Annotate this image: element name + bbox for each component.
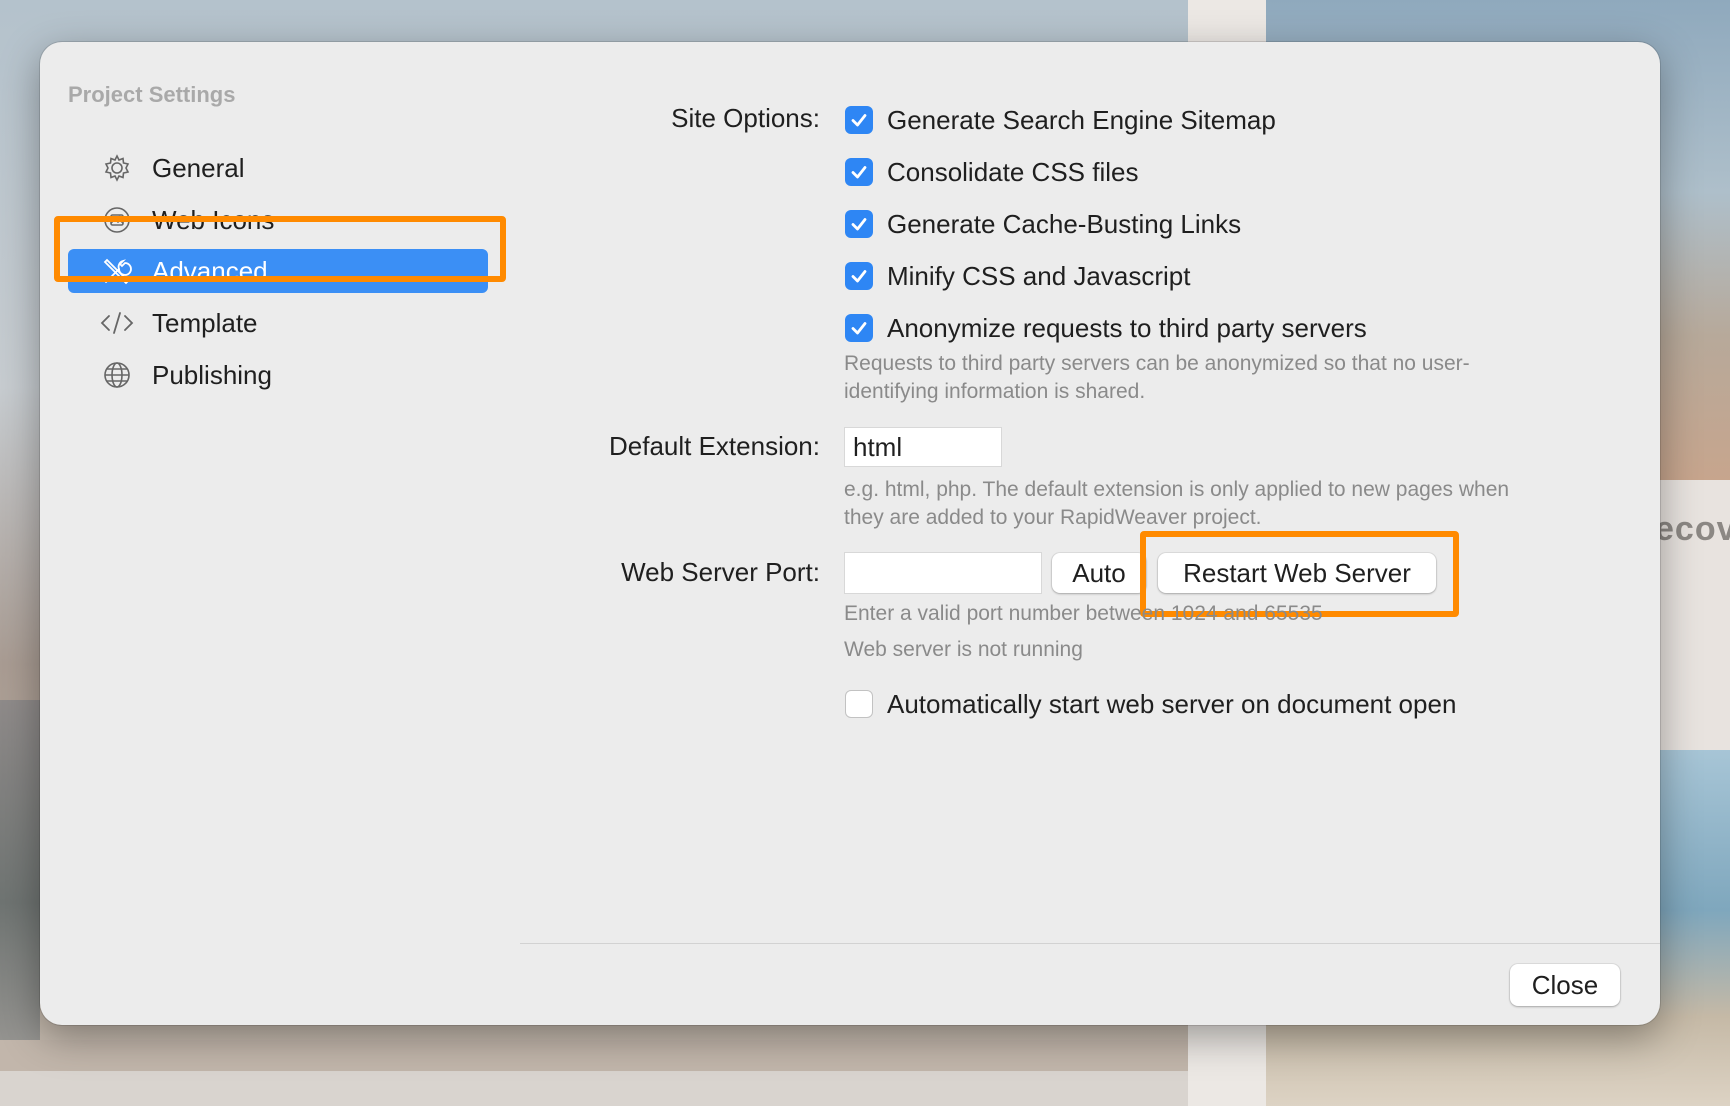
image-icon	[100, 203, 134, 237]
code-icon	[100, 306, 134, 340]
close-button[interactable]: Close	[1510, 964, 1620, 1006]
option-sitemap[interactable]: Generate Search Engine Sitemap	[845, 102, 1276, 138]
web-server-status: Web server is not running	[844, 638, 1083, 661]
restart-web-server-button[interactable]: Restart Web Server	[1158, 553, 1436, 593]
web-server-port-field[interactable]	[844, 552, 1042, 594]
option-consolidate-css[interactable]: Consolidate CSS files	[845, 154, 1138, 190]
sidebar-item-advanced[interactable]: Advanced	[68, 249, 488, 293]
sidebar-item-template[interactable]: Template	[68, 301, 488, 345]
background-page-bottom	[0, 1071, 1188, 1106]
tools-icon	[100, 254, 134, 288]
option-cache-busting[interactable]: Generate Cache-Busting Links	[845, 206, 1241, 242]
globe-icon	[100, 358, 134, 392]
auto-port-button[interactable]: Auto	[1052, 553, 1146, 593]
checkbox-checked[interactable]	[845, 314, 873, 342]
sidebar-item-publishing[interactable]: Publishing	[68, 353, 488, 397]
footer-separator	[520, 943, 1660, 944]
sidebar-item-general[interactable]: General	[68, 146, 488, 190]
checkbox-checked[interactable]	[845, 158, 873, 186]
option-minify[interactable]: Minify CSS and Javascript	[845, 258, 1190, 294]
site-options-label: Site Options:	[671, 103, 820, 133]
sidebar-title: Project Settings	[68, 82, 236, 107]
default-extension-field[interactable]	[844, 427, 1002, 467]
checkbox-unchecked[interactable]	[845, 690, 873, 718]
port-hint: Enter a valid port number between 1024 a…	[844, 602, 1323, 625]
sidebar-item-label: Template	[152, 307, 258, 338]
anonymize-hint: Requests to third party servers can be a…	[844, 352, 1470, 403]
default-extension-hint: e.g. html, php. The default extension is…	[844, 478, 1510, 529]
sidebar-item-label: General	[152, 152, 245, 183]
default-extension-label: Default Extension:	[608, 431, 820, 461]
option-anonymize[interactable]: Anonymize requests to third party server…	[845, 310, 1367, 346]
checkbox-checked[interactable]	[845, 210, 873, 238]
web-server-port-label: Web Server Port:	[621, 557, 820, 587]
sidebar-item-label: Publishing	[152, 359, 272, 390]
gear-icon	[100, 151, 134, 185]
checkbox-checked[interactable]	[845, 106, 873, 134]
project-settings-dialog: Project Settings General Web Icons Advan…	[40, 42, 1660, 1025]
sidebar-item-web-icons[interactable]: Web Icons	[68, 198, 488, 242]
sidebar-item-label: Web Icons	[152, 204, 275, 235]
background-heading-fragment: ecov	[1655, 510, 1730, 548]
sidebar-item-label: Advanced	[152, 255, 268, 286]
option-auto-start-server[interactable]: Automatically start web server on docume…	[845, 686, 1456, 722]
checkbox-checked[interactable]	[845, 262, 873, 290]
